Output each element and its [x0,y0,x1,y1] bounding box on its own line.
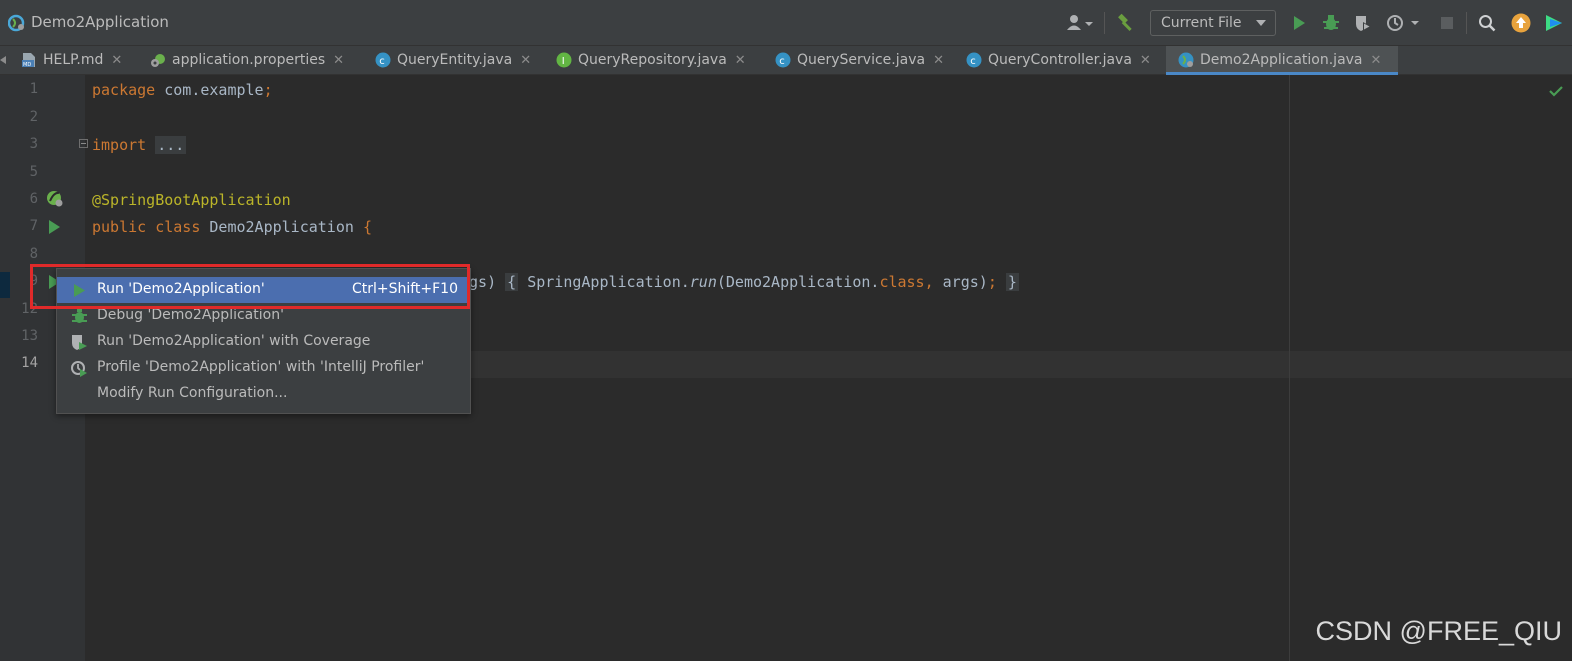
code-line-3: import ... [92,136,187,154]
svg-text:c: c [379,56,385,67]
coverage-button[interactable] [1352,12,1374,34]
tab-label: QueryController.java [988,52,1132,68]
class-icon: c [375,52,391,68]
profiler-icon [71,361,87,377]
line-number: 3 [29,136,38,152]
run-configuration-select[interactable]: Current File [1150,10,1276,36]
menu-item-label: Run 'Demo2Application' with Coverage [97,333,371,349]
menu-item-label: Modify Run Configuration... [97,385,288,401]
chevron-down-icon [1256,20,1266,26]
user-icon [1067,15,1093,30]
tab-label: QueryService.java [797,52,926,68]
code-line-7: public class Demo2Application { [92,218,372,236]
close-icon[interactable]: ✕ [1140,53,1151,68]
fold-expand-icon[interactable] [79,139,88,148]
tab-label: QueryEntity.java [397,52,513,68]
close-icon[interactable]: ✕ [933,53,944,68]
close-icon[interactable]: ✕ [520,53,531,68]
tab-label: application.properties [172,52,326,68]
svg-text:c: c [970,56,976,67]
profiler-button[interactable] [1386,12,1420,34]
update-arrow-icon [1511,13,1531,33]
updates-button[interactable] [1509,12,1533,34]
svg-text:c: c [779,56,785,67]
window-title: Demo2Application [31,13,169,31]
coverage-icon [72,335,87,350]
markdown-file-icon: MD [22,53,35,68]
tab-query-repository[interactable]: I QueryRepository.java ✕ [556,46,746,74]
debug-icon [72,309,87,323]
spring-class-icon [1178,52,1194,68]
class-icon: c [966,52,982,68]
code-line-6: @SpringBootApplication [92,191,291,209]
red-annotation-box [30,264,470,309]
line-number: 7 [29,218,38,234]
stop-icon [1441,17,1453,29]
close-icon[interactable]: ✕ [735,53,746,68]
toolbar-separator [1104,12,1105,34]
tab-query-entity[interactable]: c QueryEntity.java ✕ [375,46,531,74]
menu-item-label: Profile 'Demo2Application' with 'Intelli… [97,359,425,375]
line-number: 1 [29,81,38,97]
inspection-ok-icon[interactable] [1549,85,1563,97]
account-button[interactable] [1064,12,1096,34]
svg-text:I: I [562,56,565,67]
tab-demo2-application[interactable]: Demo2Application.java ✕ [1166,46,1398,75]
scroll-tabs-left-icon[interactable] [0,56,6,64]
toolbox-logo-icon [1546,15,1562,31]
tab-help-md[interactable]: MD HELP.md ✕ [21,46,122,74]
watermark: CSDN @FREE_QIU [1315,616,1562,646]
run-button[interactable] [1288,12,1310,34]
stop-button[interactable] [1438,12,1456,34]
tab-query-controller[interactable]: c QueryController.java ✕ [966,46,1151,74]
search-icon [1479,15,1496,32]
close-icon[interactable]: ✕ [333,53,344,68]
menu-item-run-with-coverage[interactable]: Run 'Demo2Application' with Coverage [57,329,470,355]
interface-icon: I [556,52,572,68]
toolbar-separator [1466,12,1467,34]
close-icon[interactable]: ✕ [111,53,122,68]
coverage-icon [1356,16,1371,31]
search-button[interactable] [1476,12,1498,34]
bug-icon [1323,15,1339,30]
tab-label: HELP.md [43,52,104,68]
spring-bean-gutter-icon[interactable] [45,189,63,207]
toolbox-button[interactable] [1542,12,1566,34]
code-line-9: rgs) { SpringApplication.run(Demo2Applic… [460,273,1019,291]
right-margin-guide [1289,75,1290,661]
tab-label: Demo2Application.java [1200,52,1363,68]
line-number: 2 [29,109,38,125]
run-gutter-icon[interactable] [45,218,63,236]
svg-text:MD: MD [23,62,31,68]
folded-imports[interactable]: ... [155,136,187,154]
tab-label: QueryRepository.java [578,52,727,68]
code-line-1: package com.example; [92,81,273,99]
tab-query-service[interactable]: c QueryService.java ✕ [775,46,944,74]
line-number: 6 [29,191,38,207]
run-configuration-label: Current File [1161,15,1242,31]
profiler-icon [1387,15,1419,31]
tab-application-properties[interactable]: application.properties ✕ [150,46,344,74]
close-icon[interactable]: ✕ [1371,53,1382,68]
debug-button[interactable] [1320,12,1342,34]
menu-item-label: Debug 'Demo2Application' [97,307,284,323]
line-number: 8 [29,246,38,262]
editor-tab-bar: MD HELP.md ✕ application.properties ✕ c … [0,46,1572,75]
spring-app-icon [8,14,25,32]
run-icon [1294,16,1305,30]
line-number-current: 14 [21,355,38,371]
hammer-icon [1118,13,1132,31]
menu-item-modify-run-config[interactable]: Modify Run Configuration... [57,381,470,407]
build-button[interactable] [1114,12,1138,34]
line-number: 5 [29,164,38,180]
spring-config-icon [151,54,165,67]
title-bar: Demo2Application Current File [0,0,1572,46]
menu-item-profile[interactable]: Profile 'Demo2Application' with 'Intelli… [57,355,470,381]
class-icon: c [775,52,791,68]
line-number: 13 [21,328,38,344]
